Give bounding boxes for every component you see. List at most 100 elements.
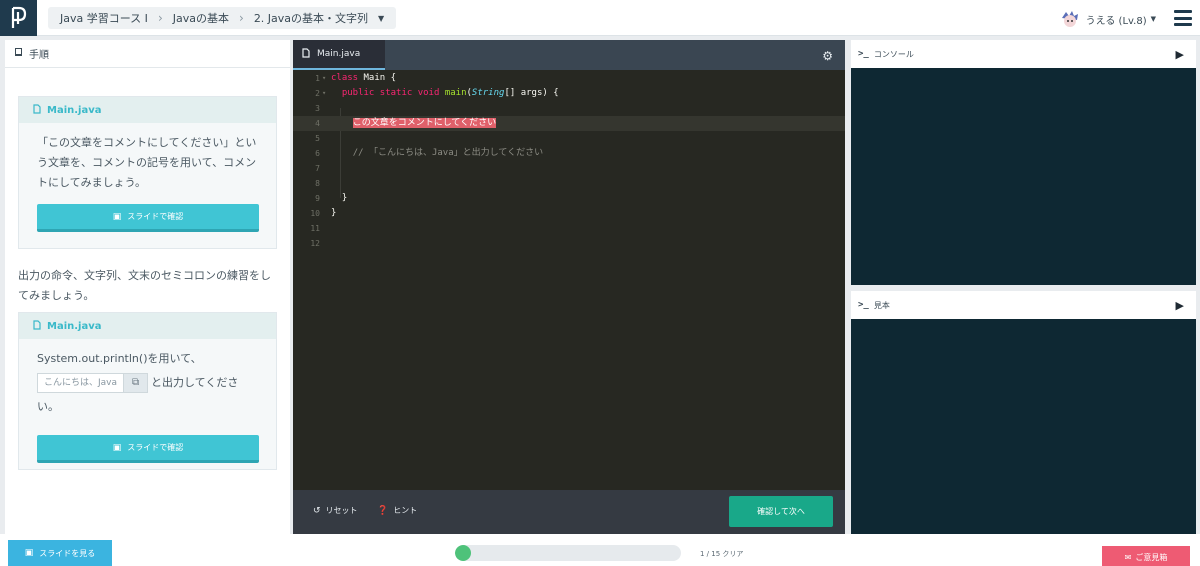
code-text: public static void main(String[] args) { <box>341 88 559 98</box>
tab-main-java[interactable]: Main.java <box>293 40 385 70</box>
console-title: コンソール <box>873 49 914 59</box>
code-text: // 「こんにちは、Java」と出力してください <box>352 148 544 158</box>
line-number: 4 <box>315 119 320 128</box>
line-number: 1 <box>315 74 320 83</box>
line-number: 3 <box>315 104 320 113</box>
code-line[interactable]: 3 <box>293 101 845 116</box>
slide-confirm-button[interactable]: ▣ スライドで確認 <box>37 435 259 463</box>
editor-tabs: Main.java ⚙ <box>293 40 845 70</box>
chevron-right-icon: › <box>239 11 244 25</box>
sample-panel: >_ 見本 ▶ <box>851 291 1196 534</box>
progate-logo-icon[interactable] <box>0 0 37 36</box>
instructions-panel: 手順 Main.java 「この文章をコメントにしてください」という文章を、コメ… <box>5 40 290 534</box>
line-number: 9 <box>315 194 320 203</box>
breadcrumb: Java 学習コース I › Javaの基本 › 2. Javaの基本・文字列 … <box>48 7 397 29</box>
progress-bar <box>455 545 681 561</box>
bottom-bar: ▣ スライドを見る 1 / 15 クリア ✉ ご意見箱 <box>0 534 1200 566</box>
code-text: この文章をコメントにしてください <box>352 118 497 128</box>
image-icon: ▣ <box>112 211 122 222</box>
instructions-title: 手順 <box>29 50 49 61</box>
undo-icon: ↺ <box>313 505 321 516</box>
mail-icon: ✉ <box>1124 552 1132 562</box>
gear-icon[interactable]: ⚙ <box>822 49 833 63</box>
line-number: 12 <box>310 239 320 248</box>
console-panel: >_ コンソール ▶ <box>851 40 1196 285</box>
code-editor: Main.java ⚙ 1 ▾ class Main { 2 ▾ public stat… <box>293 40 845 534</box>
caret-down-icon: ▼ <box>1150 15 1156 23</box>
code-line[interactable]: 12 <box>293 236 845 251</box>
feedback-button[interactable]: ✉ ご意見箱 <box>1102 546 1190 566</box>
progress-fill <box>455 545 471 561</box>
line-number: 2 <box>315 89 320 98</box>
card-header: Main.java <box>19 313 276 339</box>
card-filename: Main.java <box>47 104 102 116</box>
breadcrumb-course[interactable]: Java 学習コース I <box>60 10 148 26</box>
reset-button[interactable]: ↺ リセット <box>313 505 358 516</box>
question-icon: ❓ <box>377 505 389 516</box>
sample-output <box>851 319 1196 534</box>
code-line[interactable]: 5 <box>293 131 845 146</box>
fold-icon[interactable]: ▾ <box>322 71 326 86</box>
code-line[interactable]: 7 <box>293 161 845 176</box>
slide-confirm-button[interactable]: ▣ スライドで確認 <box>37 204 259 232</box>
code-line[interactable]: 1 ▾ class Main { <box>293 71 845 86</box>
hamburger-icon[interactable] <box>1174 10 1192 26</box>
code-text: class Main { <box>331 73 397 83</box>
instruction-card-2: Main.java System.out.println()を用いて、 こんにち… <box>18 312 277 470</box>
chevron-right-icon: › <box>157 11 163 25</box>
line-number: 11 <box>310 224 320 233</box>
line-number: 8 <box>315 179 320 188</box>
card-text: System.out.println()を用いて、 こんにちは、Java ⧉ と… <box>37 352 239 413</box>
file-icon <box>33 103 41 117</box>
code-line[interactable]: 6 // 「こんにちは、Java」と出力してください <box>293 146 845 161</box>
code-line[interactable]: 10} <box>293 206 845 221</box>
editor-footer: ↺ リセット ❓ ヒント 確認して次へ <box>293 490 845 534</box>
fold-icon[interactable]: ▾ <box>322 86 326 101</box>
console-output <box>851 68 1196 285</box>
code-text: } <box>331 193 348 203</box>
play-icon[interactable]: ▶ <box>1176 299 1184 312</box>
instruction-card-1: Main.java 「この文章をコメントにしてください」という文章を、コメントの… <box>18 96 277 249</box>
code-line[interactable]: 4 この文章をコメントにしてください <box>293 116 845 131</box>
copy-icon[interactable]: ⧉ <box>123 374 148 392</box>
instructions-paragraph: 出力の命令、文字列、文末のセミコロンの練習をしてみましょう。 <box>18 269 271 302</box>
code-line[interactable]: 2 ▾ public static void main(String[] args… <box>293 86 845 101</box>
top-header: Java 学習コース I › Javaの基本 › 2. Javaの基本・文字列 … <box>0 0 1200 36</box>
image-icon: ▣ <box>24 548 34 558</box>
code-area[interactable]: 1 ▾ class Main { 2 ▾ public static void main… <box>293 70 845 490</box>
instructions-header: 手順 <box>5 40 290 68</box>
card-filename: Main.java <box>47 320 102 332</box>
user-menu[interactable]: うえる (Lv.8) ▼ <box>1060 10 1156 28</box>
code-line[interactable]: 8 <box>293 176 845 191</box>
progress-label: 1 / 15 クリア <box>700 550 744 558</box>
line-number: 10 <box>310 209 320 218</box>
file-icon <box>33 319 41 333</box>
line-number: 5 <box>315 134 320 143</box>
submit-next-button[interactable]: 確認して次へ <box>729 496 833 527</box>
code-text: } <box>331 208 337 218</box>
copy-code-box[interactable]: こんにちは、Java ⧉ <box>37 373 149 393</box>
terminal-icon: >_ <box>858 49 869 59</box>
caret-down-icon[interactable]: ▼ <box>378 14 384 23</box>
code-line[interactable]: 11 <box>293 221 845 236</box>
breadcrumb-chapter[interactable]: Javaの基本 <box>173 10 229 26</box>
copy-code-text: こんにちは、Java <box>44 378 118 388</box>
play-icon[interactable]: ▶ <box>1176 48 1184 61</box>
image-icon: ▣ <box>112 442 122 453</box>
line-number: 6 <box>315 149 320 158</box>
line-number: 7 <box>315 164 320 173</box>
sample-header: >_ 見本 ▶ <box>851 291 1196 319</box>
card-header: Main.java <box>19 97 276 123</box>
book-icon <box>14 47 23 60</box>
console-header: >_ コンソール ▶ <box>851 40 1196 68</box>
sample-title: 見本 <box>873 300 890 310</box>
breadcrumb-lesson[interactable]: 2. Javaの基本・文字列 <box>254 10 368 26</box>
code-line[interactable]: 9 } <box>293 191 845 206</box>
terminal-icon: >_ <box>858 300 869 310</box>
file-icon <box>302 47 310 61</box>
card-text: 「この文章をコメントにしてください」という文章を、コメントの記号を用いて、コメン… <box>37 136 257 189</box>
hint-button[interactable]: ❓ ヒント <box>377 505 417 516</box>
see-slide-button[interactable]: ▣ スライドを見る <box>8 540 112 566</box>
user-label: うえる (Lv.8) <box>1085 15 1147 27</box>
avatar <box>1060 10 1080 28</box>
